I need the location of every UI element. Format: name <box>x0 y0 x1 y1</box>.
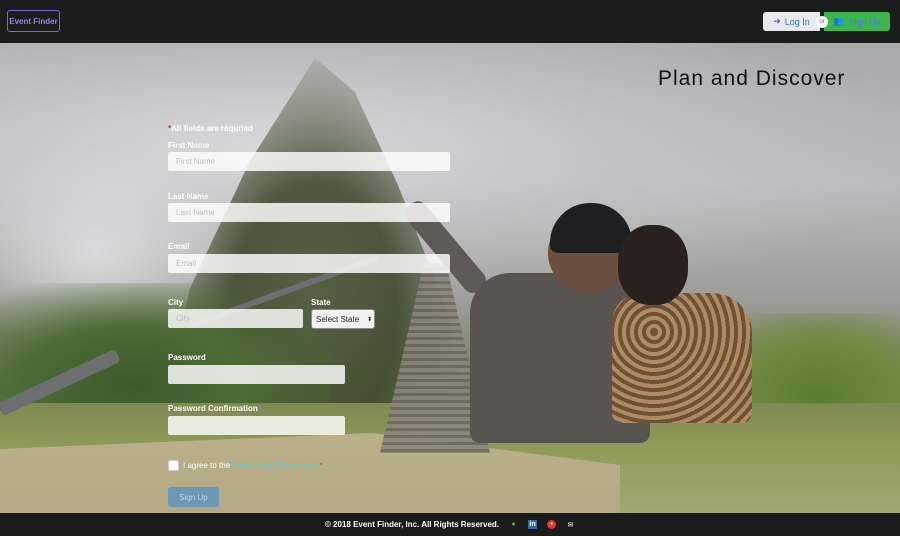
agree-prefix: I agree to the <box>183 461 231 470</box>
last-name-label: Last Name <box>168 192 209 201</box>
first-name-placeholder: First Name <box>176 157 216 166</box>
first-name-label: First Name <box>168 141 210 150</box>
password-label: Password <box>168 353 206 362</box>
submit-label: Sign Up <box>179 492 208 502</box>
last-name-placeholder: Last Name <box>176 208 215 217</box>
first-name-input[interactable]: First Name <box>168 152 450 171</box>
or-divider: or <box>816 15 828 28</box>
required-note: *All fields are requried <box>168 124 253 133</box>
navbar: Event Finder ➜ Log In or 👥 Sign Up <box>0 0 900 43</box>
linkedin-icon[interactable]: in <box>528 520 538 529</box>
terms-agreement: I agree to theTerms and Conditions * <box>183 460 323 470</box>
required-star: * <box>319 461 323 470</box>
email-label: Email <box>168 242 190 251</box>
state-label: State <box>311 298 331 307</box>
woman-head <box>618 225 688 305</box>
last-name-input[interactable]: Last Name <box>168 203 450 222</box>
city-input[interactable]: City <box>168 309 303 328</box>
footer: © 2018 Event Finder, Inc. All Rights Res… <box>0 513 900 536</box>
github-icon[interactable]: ● <box>509 520 518 529</box>
brand-label: Event Finder <box>9 16 58 26</box>
circle-icon[interactable]: • <box>547 520 557 529</box>
city-label: City <box>168 298 184 307</box>
mail-icon[interactable]: ✉ <box>566 520 575 529</box>
woman-figure <box>612 293 752 423</box>
email-placeholder: Email <box>176 259 197 268</box>
password-input[interactable] <box>168 365 345 384</box>
hero-tagline: Plan and Discover <box>658 67 846 90</box>
signup-label: Sign Up <box>848 16 881 27</box>
terms-link[interactable]: Terms and Conditions <box>230 460 317 470</box>
login-label: Log In <box>784 16 810 27</box>
required-note-text: All fields are requried <box>171 124 253 133</box>
auth-button-group: ➜ Log In or 👥 Sign Up <box>763 12 890 31</box>
signup-button[interactable]: 👥 Sign Up <box>824 12 890 31</box>
copyright-text: © 2018 Event Finder, Inc. All Rights Res… <box>324 520 500 529</box>
terms-checkbox[interactable] <box>168 460 179 471</box>
login-icon: ➜ <box>773 16 781 26</box>
hero-background: Plan and Discover <box>0 43 900 513</box>
signup-submit-button[interactable]: Sign Up <box>168 487 219 507</box>
city-placeholder: City <box>176 314 190 323</box>
password-confirmation-label: Password Confirmation <box>168 404 258 413</box>
brand-logo-button[interactable]: Event Finder <box>7 10 60 32</box>
state-select[interactable]: Select State ⬍ <box>311 309 375 329</box>
users-icon: 👥 <box>833 16 845 26</box>
password-confirmation-input[interactable] <box>168 416 345 435</box>
login-button[interactable]: ➜ Log In <box>763 12 820 31</box>
email-input[interactable]: Email <box>168 254 450 273</box>
state-selected: Select State <box>316 314 360 324</box>
select-arrows-icon: ⬍ <box>367 316 373 323</box>
